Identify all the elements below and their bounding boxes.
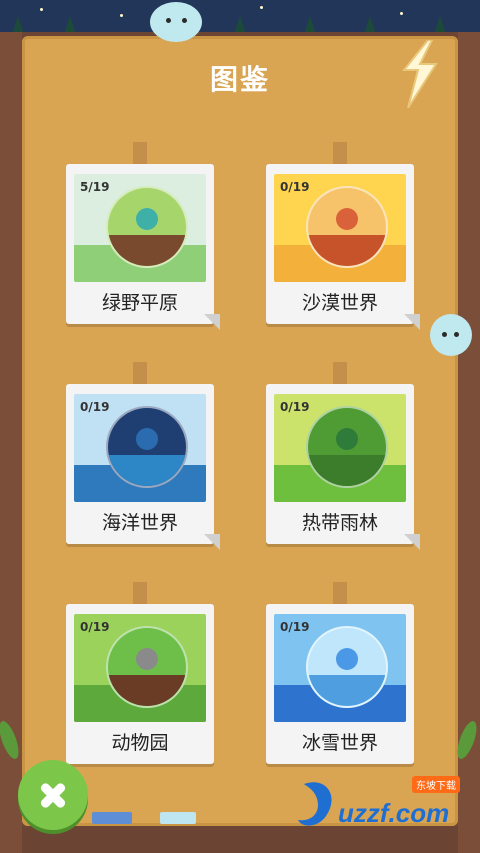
world-card-zoo[interactable]: 0/19 动物园 xyxy=(66,582,214,764)
world-globe xyxy=(306,406,388,488)
lightning-icon xyxy=(401,40,438,108)
tape xyxy=(333,362,347,384)
collection-count: 0/19 xyxy=(280,400,310,414)
world-card-desert[interactable]: 0/19 沙漠世界 xyxy=(266,142,420,330)
world-globe xyxy=(306,626,388,708)
world-globe xyxy=(106,626,188,708)
close-button[interactable] xyxy=(18,760,88,830)
monster-icon xyxy=(336,208,358,230)
world-globe xyxy=(106,186,188,268)
slime-mascot-icon xyxy=(150,2,202,42)
collection-count: 0/19 xyxy=(280,620,310,634)
collection-count: 0/19 xyxy=(80,400,110,414)
world-label: 绿野平原 xyxy=(101,292,178,314)
world-label: 海洋世界 xyxy=(101,512,178,534)
side-slime-icon xyxy=(430,314,472,356)
tape xyxy=(333,142,347,164)
star xyxy=(40,8,43,11)
world-card-grassland[interactable]: 5/19 绿野平原 xyxy=(66,142,220,330)
star xyxy=(120,14,123,17)
tape xyxy=(133,362,147,384)
collection-count: 0/19 xyxy=(280,180,310,194)
world-card-ocean[interactable]: 0/19 海洋世界 xyxy=(66,362,220,550)
monster-icon xyxy=(136,208,158,230)
star xyxy=(400,12,403,15)
globe-soil xyxy=(308,234,386,266)
monster-icon xyxy=(336,648,358,670)
world-label: 沙漠世界 xyxy=(301,292,378,314)
watermark-tag: 东坡下载 xyxy=(412,776,460,793)
page-fold xyxy=(204,534,220,550)
world-card-rainforest[interactable]: 0/19 热带雨林 xyxy=(266,362,420,550)
color-chip xyxy=(160,812,196,824)
page-fold xyxy=(204,314,220,330)
watermark-logo-icon xyxy=(298,782,332,826)
world-card-ice[interactable]: 0/19 冰雪世界 xyxy=(266,582,414,764)
color-chip xyxy=(92,812,132,824)
page-fold xyxy=(404,534,420,550)
world-label: 冰雪世界 xyxy=(301,732,378,754)
tape xyxy=(133,142,147,164)
watermark: 东坡下载 uzzf.com xyxy=(296,772,470,836)
globe-soil xyxy=(108,234,186,266)
monster-icon xyxy=(136,428,158,450)
monster-icon xyxy=(336,428,358,450)
collection-count: 0/19 xyxy=(80,620,110,634)
star xyxy=(260,6,263,9)
world-globe xyxy=(306,186,388,268)
tape xyxy=(133,582,147,604)
monster-icon xyxy=(136,648,158,670)
globe-soil xyxy=(108,674,186,706)
world-globe xyxy=(106,406,188,488)
globe-soil xyxy=(308,674,386,706)
page-fold xyxy=(404,314,420,330)
collection-count: 5/19 xyxy=(80,180,110,194)
world-label: 动物园 xyxy=(111,732,169,754)
watermark-brand: uzzf.com xyxy=(338,798,450,828)
tape xyxy=(333,582,347,604)
globe-soil xyxy=(108,454,186,486)
globe-soil xyxy=(308,454,386,486)
world-label: 热带雨林 xyxy=(301,512,378,534)
